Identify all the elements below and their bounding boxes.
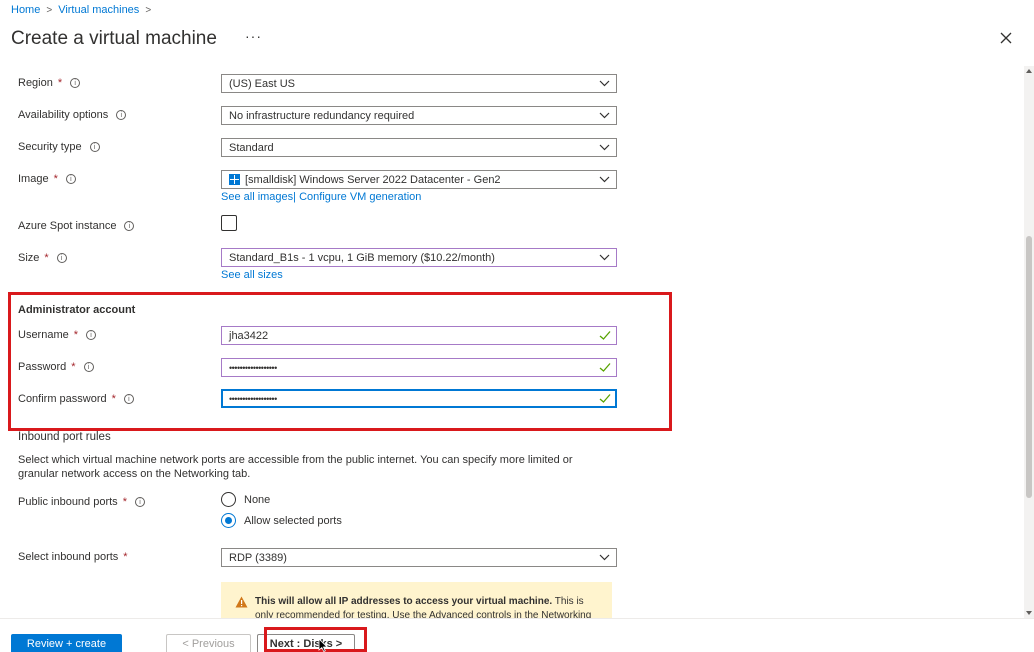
password-label: Password * i [18, 361, 94, 373]
select-inbound-ports-value: RDP (3389) [229, 551, 287, 564]
password-value: •••••••••••••••••• [229, 362, 277, 373]
size-label: Size * i [18, 252, 67, 264]
breadcrumb-separator: > [46, 4, 53, 16]
chevron-down-icon [599, 112, 610, 119]
security-type-label: Security type i [18, 141, 100, 153]
warning-text: This will allow all IP addresses to acce… [255, 595, 602, 618]
image-links: See all images| Configure VM generation [221, 191, 421, 203]
info-icon[interactable]: i [86, 330, 97, 340]
username-input[interactable]: jha3422 [221, 326, 617, 345]
inbound-description: Select which virtual machine network por… [18, 454, 573, 480]
chevron-down-icon [599, 254, 610, 261]
inbound-port-rules-heading: Inbound port rules [18, 431, 111, 443]
confirm-password-input[interactable]: •••••••••••••••••• [221, 389, 617, 408]
chevron-down-icon [599, 144, 610, 151]
checkmark-icon [599, 331, 611, 340]
radio-button[interactable] [221, 492, 236, 507]
azure-spot-label: Azure Spot instance i [18, 220, 135, 232]
checkmark-icon [599, 394, 611, 403]
confirm-password-value: •••••••••••••••••• [229, 393, 277, 404]
security-type-value: Standard [229, 141, 274, 154]
vertical-scrollbar[interactable] [1024, 66, 1034, 618]
required-mark: * [111, 393, 116, 405]
required-mark: * [73, 329, 79, 341]
chevron-down-icon [599, 176, 610, 183]
username-label: Username * i [18, 329, 97, 341]
more-options-button[interactable]: ··· [245, 28, 262, 44]
info-icon[interactable]: i [70, 78, 81, 88]
password-input[interactable]: •••••••••••••••••• [221, 358, 617, 377]
breadcrumb-home-link[interactable]: Home [11, 4, 40, 16]
see-all-sizes-link[interactable]: See all sizes [221, 269, 283, 281]
page-title: Create a virtual machine [11, 28, 217, 49]
image-label: Image * i [18, 173, 76, 185]
confirm-password-label: Confirm password * i [18, 393, 134, 405]
scroll-down-icon[interactable] [1026, 611, 1032, 615]
info-icon[interactable]: i [124, 221, 135, 231]
warning-icon [235, 596, 248, 608]
required-mark: * [122, 496, 127, 508]
breadcrumb-virtual-machines-link[interactable]: Virtual machines [58, 4, 139, 16]
required-mark: * [71, 361, 76, 373]
region-dropdown[interactable]: (US) East US [221, 74, 617, 93]
radio-none[interactable]: None [221, 492, 270, 507]
windows-icon [229, 174, 240, 185]
availability-value: No infrastructure redundancy required [229, 109, 415, 122]
availability-dropdown[interactable]: No infrastructure redundancy required [221, 106, 617, 125]
username-value: jha3422 [229, 329, 269, 342]
radio-allow-selected-label: Allow selected ports [244, 514, 342, 527]
chevron-down-icon [599, 80, 610, 87]
scrollbar-thumb[interactable] [1026, 236, 1032, 498]
security-type-dropdown[interactable]: Standard [221, 138, 617, 157]
warning-message: This will allow all IP addresses to acce… [221, 582, 612, 618]
radio-none-label: None [244, 493, 271, 506]
required-mark: * [53, 173, 58, 185]
info-icon[interactable]: i [56, 253, 67, 263]
required-mark: * [123, 551, 128, 563]
see-all-images-link[interactable]: See all images [221, 191, 293, 203]
availability-label: Availability options i [18, 109, 127, 121]
image-dropdown[interactable]: [smalldisk] Windows Server 2022 Datacent… [221, 170, 617, 189]
info-icon[interactable]: i [83, 362, 94, 372]
select-inbound-ports-label: Select inbound ports * [18, 551, 128, 563]
info-icon[interactable]: i [123, 394, 134, 404]
close-icon[interactable] [998, 30, 1014, 46]
next-disks-button[interactable]: Next : Disks > [257, 634, 355, 652]
warning-bold-text: This will allow all IP addresses to acce… [255, 596, 553, 607]
configure-vm-generation-link[interactable]: Configure VM generation [299, 191, 421, 203]
admin-account-heading: Administrator account [18, 304, 136, 316]
radio-button-selected[interactable] [221, 513, 236, 528]
size-dropdown[interactable]: Standard_B1s - 1 vcpu, 1 GiB memory ($10… [221, 248, 617, 267]
azure-spot-checkbox[interactable] [221, 215, 237, 231]
radio-allow-selected-ports[interactable]: Allow selected ports [221, 513, 342, 528]
breadcrumb-separator: > [145, 4, 152, 16]
info-icon[interactable]: i [116, 110, 127, 120]
breadcrumb: Home > Virtual machines > [11, 4, 151, 16]
mouse-cursor-icon [318, 638, 328, 652]
footer-bar: Review + create < Previous Next : Disks … [0, 618, 1034, 652]
public-inbound-ports-label: Public inbound ports * i [18, 496, 145, 508]
previous-button[interactable]: < Previous [166, 634, 251, 652]
required-mark: * [44, 252, 49, 264]
form-scroll-area: Region * i (US) East US Availability opti… [0, 66, 1024, 618]
size-value: Standard_B1s - 1 vcpu, 1 GiB memory ($10… [229, 251, 495, 264]
region-label: Region * i [18, 77, 81, 89]
image-value: [smalldisk] Windows Server 2022 Datacent… [245, 173, 501, 186]
review-create-button[interactable]: Review + create [11, 634, 122, 652]
info-icon[interactable]: i [89, 142, 100, 152]
chevron-down-icon [599, 554, 610, 561]
required-mark: * [57, 77, 63, 89]
info-icon[interactable]: i [65, 174, 76, 184]
select-inbound-ports-dropdown[interactable]: RDP (3389) [221, 548, 617, 567]
region-value: (US) East US [229, 77, 296, 90]
link-separator: | [293, 191, 297, 203]
info-icon[interactable]: i [134, 497, 145, 507]
scroll-up-icon[interactable] [1026, 69, 1032, 73]
checkmark-icon [599, 363, 611, 372]
